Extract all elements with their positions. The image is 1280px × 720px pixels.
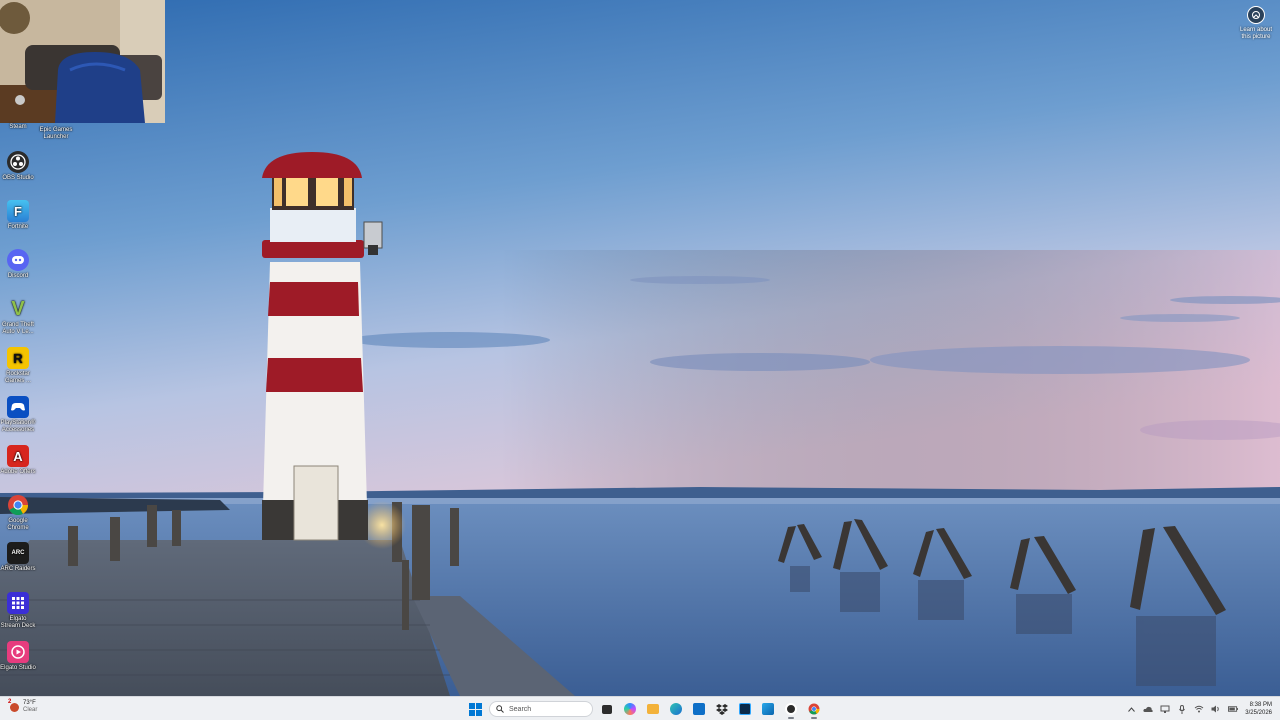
desktop-icon-obs-studio[interactable]: OBS Studio bbox=[0, 151, 36, 182]
desktop-icon-label: Steam bbox=[9, 124, 27, 130]
desktop-wallpaper bbox=[0, 0, 1280, 696]
taskbar-center: Search bbox=[466, 699, 823, 719]
wifi-icon[interactable] bbox=[1194, 704, 1204, 714]
weather-condition: Clear bbox=[23, 707, 38, 713]
taskbar: 2 73°F Clear Search 8:38 PM 3/25/2026 bbox=[0, 696, 1280, 720]
desktop-icon-label: OBS Studio bbox=[2, 175, 34, 181]
desktop-icon-label: Google Chrome bbox=[7, 518, 29, 531]
dropbox-icon[interactable] bbox=[713, 700, 731, 718]
desktop-icon-discord[interactable]: Discord bbox=[0, 249, 36, 280]
desktop-icon-label: Epic Games Launcher bbox=[39, 127, 73, 140]
desktop-icon-arc-raiders[interactable]: ARC ARC Raiders bbox=[0, 542, 36, 573]
taskbar-search[interactable]: Search bbox=[489, 701, 593, 717]
start-button[interactable] bbox=[466, 700, 484, 718]
desktop-icon-label: Elgato Stream Deck bbox=[0, 616, 36, 629]
network-icon[interactable] bbox=[1160, 704, 1170, 714]
discord-icon bbox=[7, 249, 29, 271]
desktop-icon-label: Fortnite bbox=[7, 224, 29, 230]
volume-icon[interactable] bbox=[1211, 704, 1221, 714]
chrome-icon bbox=[7, 494, 29, 516]
desktop-icon-epic-games[interactable]: Epic Games Launcher bbox=[38, 127, 74, 141]
desktop-icon-elgato-stream-deck[interactable]: Elgato Stream Deck bbox=[0, 592, 36, 630]
clock-time: 8:38 PM bbox=[1249, 702, 1272, 708]
desktop-icon-label: PlayStation® Accessories bbox=[0, 420, 36, 433]
photoshop-icon[interactable] bbox=[736, 700, 754, 718]
taskbar-clock[interactable]: 8:38 PM 3/25/2026 bbox=[1245, 701, 1272, 717]
desktop-icon-rockstar-games[interactable]: R Rockstar Games ... bbox=[0, 347, 36, 385]
chrome-taskbar-icon[interactable] bbox=[805, 700, 823, 719]
desktop-icon-elgato-studio[interactable]: Elgato Studio bbox=[0, 641, 36, 672]
desktop-icon-label: Rockstar Games ... bbox=[4, 371, 31, 384]
battery-icon[interactable] bbox=[1228, 704, 1239, 714]
file-explorer-icon[interactable] bbox=[644, 700, 662, 718]
elgato-studio-icon bbox=[7, 641, 29, 663]
desktop-icon-adobe-offers[interactable]: A Adobe Offers bbox=[0, 445, 36, 476]
obs-taskbar-icon[interactable] bbox=[782, 700, 800, 719]
microsoft-store-icon[interactable] bbox=[690, 700, 708, 718]
notification-badge: 2 bbox=[8, 698, 12, 705]
playstation-controller-icon bbox=[7, 396, 29, 418]
microphone-icon[interactable] bbox=[1177, 704, 1187, 714]
obs-icon bbox=[7, 151, 29, 173]
desktop-icon-steam[interactable]: Steam bbox=[0, 124, 36, 131]
rockstar-icon: R bbox=[7, 347, 29, 369]
desktop-icon-google-chrome[interactable]: Google Chrome bbox=[0, 494, 36, 532]
search-placeholder: Search bbox=[509, 705, 532, 713]
learn-label: Learn about this picture bbox=[1239, 27, 1273, 40]
copilot-icon[interactable] bbox=[621, 700, 639, 718]
desktop-icon-gta-v[interactable]: V Grand Theft Auto V Le... bbox=[0, 298, 36, 336]
desktop-icon-label: Grand Theft Auto V Le... bbox=[2, 322, 34, 335]
weather-icon: 2 bbox=[8, 699, 19, 712]
outlook-icon[interactable] bbox=[759, 700, 777, 718]
learn-about-picture[interactable]: Learn about this picture bbox=[1238, 6, 1274, 41]
desktop-icon-fortnite[interactable]: F Fortnite bbox=[0, 200, 36, 231]
search-icon bbox=[496, 705, 504, 713]
system-tray: 8:38 PM 3/25/2026 bbox=[1126, 699, 1272, 719]
chevron-up-icon[interactable] bbox=[1126, 704, 1136, 714]
desktop-icon-label: Discord bbox=[7, 273, 29, 279]
desktop-icon-playstation-accessories[interactable]: PlayStation® Accessories bbox=[0, 396, 36, 434]
weather-widget[interactable]: 2 73°F Clear bbox=[8, 699, 38, 714]
edge-icon[interactable] bbox=[667, 700, 685, 718]
windows-icon bbox=[468, 702, 482, 716]
onedrive-icon[interactable] bbox=[1143, 704, 1153, 714]
desktop-icon-label: ARC Raiders bbox=[0, 566, 36, 572]
arc-raiders-icon: ARC bbox=[7, 542, 29, 564]
desktop-icon-label: Elgato Studio bbox=[0, 665, 36, 671]
weather-temp: 73°F bbox=[23, 700, 36, 706]
camera-icon bbox=[1247, 6, 1265, 24]
webcam-overlay bbox=[0, 0, 165, 123]
clock-date: 3/25/2026 bbox=[1245, 710, 1272, 716]
stream-deck-icon bbox=[7, 592, 29, 614]
task-view-icon[interactable] bbox=[598, 700, 616, 718]
desktop-icon-label: Adobe Offers bbox=[0, 469, 36, 475]
fortnite-icon: F bbox=[7, 200, 29, 222]
gta-v-icon: V bbox=[11, 297, 25, 320]
adobe-icon: A bbox=[7, 445, 29, 467]
